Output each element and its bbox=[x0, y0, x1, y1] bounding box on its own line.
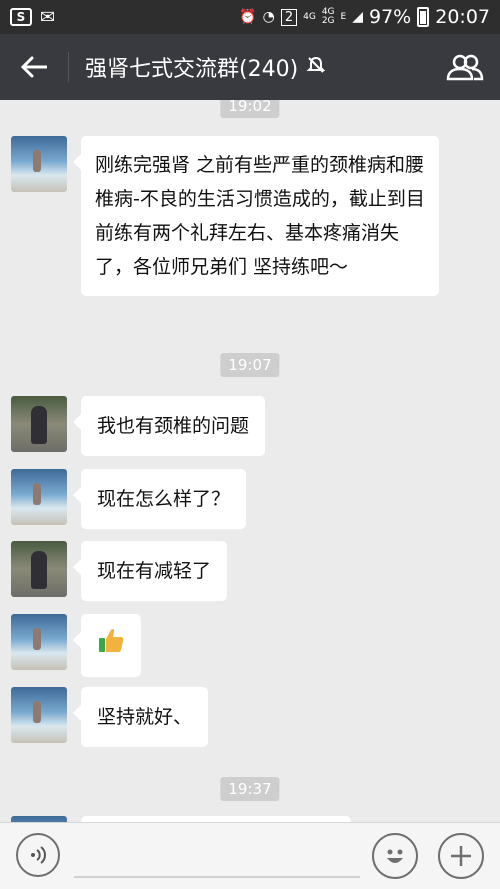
chat-header: 强肾七式交流群(240) bbox=[0, 34, 500, 100]
timestamp: 19:37 bbox=[220, 777, 280, 801]
edge-label: E bbox=[340, 11, 347, 22]
voice-button[interactable] bbox=[16, 833, 60, 877]
message-bubble[interactable]: 刚练完强肾 之前有些严重的颈椎病和腰椎病-不良的生活习惯造成的，截止到目前练有两… bbox=[73, 136, 439, 296]
message-row: 刚练完强肾 之前有些严重的颈椎病和腰椎病-不良的生活习惯造成的，截止到目前练有两… bbox=[11, 136, 439, 296]
avatar[interactable] bbox=[11, 136, 67, 192]
message-bubble[interactable]: 现在怎么样了？ bbox=[72, 469, 247, 529]
avatar[interactable] bbox=[11, 396, 67, 452]
message-bubble[interactable]: 我也有颈椎的问题 bbox=[72, 396, 266, 456]
message-bubble[interactable]: 坚持就好、 bbox=[72, 687, 209, 747]
header-divider bbox=[68, 52, 69, 82]
clock: 20:07 bbox=[435, 6, 490, 28]
status-bar: S ✉ ⏰ ◔ 2 4G 4G 2G E ◢ 97% 20:07 bbox=[0, 0, 500, 34]
avatar[interactable] bbox=[11, 614, 67, 670]
chat-title: 强肾七式交流群(240) bbox=[85, 57, 299, 82]
message-row: 现在怎么样了？ bbox=[11, 469, 247, 529]
mail-icon: ✉ bbox=[40, 6, 56, 28]
back-button[interactable] bbox=[0, 34, 68, 100]
more-button[interactable] bbox=[438, 833, 484, 879]
voice-icon bbox=[31, 846, 46, 864]
avatar[interactable] bbox=[11, 687, 67, 743]
wifi-icon: ◔ bbox=[262, 9, 275, 25]
emoji-button[interactable] bbox=[372, 833, 418, 879]
alarm-icon: ⏰ bbox=[239, 9, 257, 25]
back-arrow-icon bbox=[21, 56, 47, 78]
chat-area[interactable]: 19:02 刚练完强肾 之前有些严重的颈椎病和腰椎病-不良的生活习惯造成的，截止… bbox=[0, 100, 500, 822]
timestamp: 19:02 bbox=[220, 100, 280, 118]
avatar[interactable] bbox=[11, 541, 67, 597]
message-bubble[interactable] bbox=[73, 614, 141, 677]
message-row: 坚持就好、 bbox=[11, 687, 209, 747]
message-bubble[interactable]: 现在有减轻了 bbox=[72, 541, 228, 601]
signal-2g-label: 2G bbox=[321, 16, 335, 26]
smiley-icon bbox=[387, 849, 403, 863]
message-input[interactable] bbox=[74, 876, 360, 878]
s-app-icon: S bbox=[10, 8, 32, 26]
timestamp: 19:07 bbox=[220, 353, 280, 377]
plus-icon bbox=[451, 846, 471, 866]
battery-icon bbox=[417, 7, 430, 27]
thumbs-up-icon bbox=[99, 628, 124, 652]
battery-percent: 97% bbox=[369, 6, 412, 28]
message-row: 现在有减轻了 bbox=[11, 541, 228, 601]
group-members-button[interactable] bbox=[430, 34, 500, 100]
input-bar bbox=[0, 822, 500, 889]
message-row bbox=[11, 614, 141, 677]
mute-bell-icon bbox=[306, 55, 326, 80]
people-icon bbox=[446, 54, 484, 81]
sim-badge: 2 bbox=[280, 8, 298, 26]
message-row: 我也有颈椎的问题 bbox=[11, 396, 266, 456]
signal-icon: ◢ bbox=[352, 9, 363, 25]
signal-4g-label: 4G bbox=[303, 11, 316, 22]
avatar[interactable] bbox=[11, 469, 67, 525]
